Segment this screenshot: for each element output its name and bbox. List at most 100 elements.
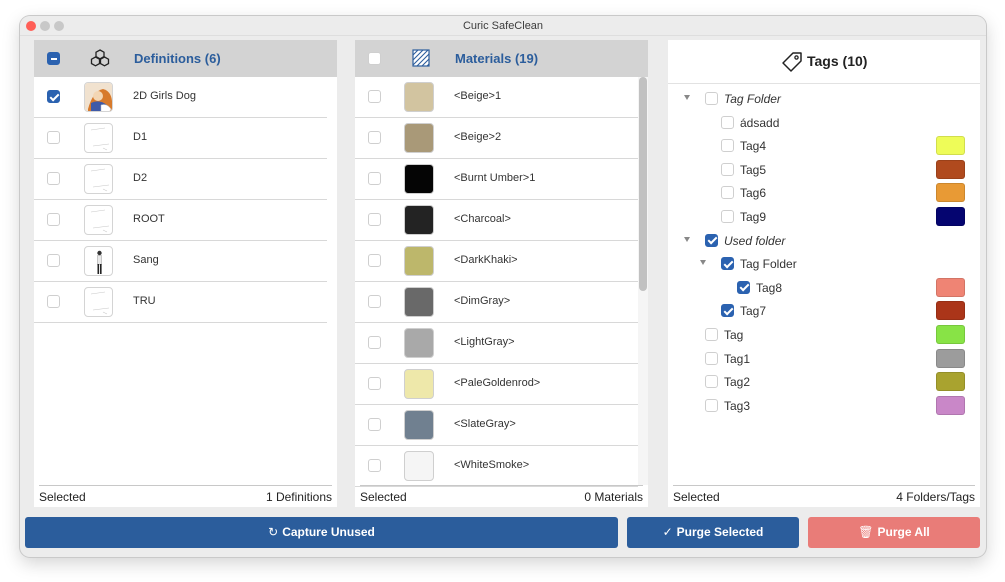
definitions-select-all-checkbox[interactable] (47, 52, 60, 65)
material-row[interactable]: <WhiteSmoke> (355, 446, 638, 487)
definition-row[interactable]: D1 (34, 118, 327, 159)
tag-item[interactable]: Tag1 (668, 348, 980, 369)
material-row[interactable]: <PaleGoldenrod> (355, 364, 638, 405)
tag-color-swatch[interactable] (936, 277, 965, 297)
materials-selected-label: Selected (360, 490, 407, 504)
materials-list: <Beige>1 <Beige>2 <Burnt Umber>1 <Charcoal>… (355, 77, 648, 487)
purge-all-button[interactable]: 🗑︎ Purge All (808, 517, 980, 548)
tag-color-swatch[interactable] (936, 207, 965, 226)
material-checkbox[interactable] (368, 254, 381, 267)
materials-scrollbar[interactable] (638, 77, 648, 485)
tag-color-swatch[interactable] (936, 325, 965, 344)
zoom-window-button[interactable] (54, 21, 64, 31)
tag-item[interactable]: ádsadd (668, 113, 980, 133)
tag-checkbox[interactable] (705, 398, 718, 412)
definition-row[interactable]: TRU (34, 282, 327, 323)
tag-color-swatch[interactable] (936, 136, 965, 156)
definitions-footer: Selected 1 Definitions (39, 485, 332, 507)
tag-item[interactable]: Tag4 (668, 136, 980, 156)
material-label: <DimGray> (454, 295, 511, 307)
definition-checkbox[interactable] (47, 295, 60, 308)
material-row[interactable]: <Charcoal> (355, 200, 638, 241)
definition-row[interactable]: ROOT (34, 200, 327, 241)
purge-selected-button[interactable]: ✓ Purge Selected (627, 517, 799, 548)
tag-color-swatch[interactable] (936, 183, 965, 203)
materials-scrollbar-thumb[interactable] (639, 77, 647, 291)
tag-checkbox[interactable] (721, 186, 734, 200)
tag-checkbox[interactable] (721, 162, 734, 176)
material-row[interactable]: <DimGray> (355, 282, 638, 323)
tag-item[interactable]: Tag6 (668, 183, 980, 203)
tag-item[interactable]: Tag9 (668, 207, 980, 227)
definition-checkbox[interactable] (47, 131, 60, 144)
tag-item[interactable]: Tag7 (668, 301, 980, 321)
tag-color-swatch[interactable] (936, 395, 965, 415)
material-label: <PaleGoldenrod> (454, 377, 541, 389)
tag-checkbox[interactable] (721, 304, 734, 318)
tag-checkbox[interactable] (721, 257, 734, 271)
tag-color-swatch[interactable] (936, 372, 965, 392)
material-row[interactable]: <DarkKhaki> (355, 241, 638, 282)
tag-checkbox[interactable] (721, 210, 734, 223)
material-checkbox[interactable] (368, 418, 381, 431)
capture-unused-button[interactable]: ↻ Capture Unused (25, 517, 618, 548)
material-row[interactable]: <SlateGray> (355, 405, 638, 446)
material-checkbox[interactable] (368, 90, 381, 103)
disclosure-arrow-icon[interactable] (684, 95, 690, 100)
tag-folder-item[interactable]: Used folder (668, 231, 980, 251)
tag-checkbox[interactable] (705, 375, 718, 389)
minimize-window-button[interactable] (40, 21, 50, 31)
tag-folder-item[interactable]: Tag Folder (668, 89, 980, 109)
tag-checkbox[interactable] (705, 351, 718, 365)
tag-item[interactable]: Tag8 (668, 277, 980, 298)
material-row[interactable]: <Beige>1 (355, 77, 638, 118)
material-checkbox[interactable] (368, 377, 381, 390)
tag-color-swatch[interactable] (936, 301, 965, 321)
tags-footer: Selected 4 Folders/Tags (673, 485, 975, 507)
material-checkbox[interactable] (368, 336, 381, 349)
tag-item[interactable]: Tag (668, 325, 980, 345)
definition-label: 2D Girls Dog (133, 90, 196, 102)
tag-item[interactable]: Tag3 (668, 395, 980, 416)
material-checkbox[interactable] (368, 172, 381, 185)
material-swatch (404, 328, 434, 358)
definition-row[interactable]: 2D Girls Dog (34, 77, 327, 118)
definition-row[interactable]: D2 (34, 159, 327, 200)
tag-item[interactable]: Tag5 (668, 159, 980, 180)
definition-checkbox[interactable] (47, 213, 60, 226)
disclosure-arrow-icon[interactable] (700, 260, 706, 266)
tag-label: Tag (724, 328, 744, 342)
tag-color-swatch[interactable] (936, 348, 965, 368)
material-row[interactable]: <Burnt Umber>1 (355, 159, 638, 200)
definition-checkbox[interactable] (47, 254, 60, 267)
dog-thumbnail (84, 82, 113, 112)
material-checkbox[interactable] (368, 459, 381, 472)
close-window-button[interactable] (26, 21, 36, 31)
material-swatch (404, 164, 434, 194)
tag-checkbox[interactable] (705, 328, 718, 341)
definitions-list: 2D Girls Dog D1 D2 ROOT Sang TRU (34, 77, 337, 323)
definition-checkbox[interactable] (47, 172, 60, 185)
definition-checkbox[interactable] (47, 90, 60, 103)
tag-folder-item[interactable]: Tag Folder (668, 254, 980, 274)
tag-checkbox[interactable] (705, 92, 718, 105)
tag-checkbox[interactable] (705, 233, 718, 247)
definition-label: D1 (133, 131, 148, 143)
material-checkbox[interactable] (368, 295, 381, 308)
texture-icon (412, 49, 430, 67)
tag-checkbox[interactable] (737, 280, 750, 294)
tag-checkbox[interactable] (721, 139, 734, 153)
material-row[interactable]: <Beige>2 (355, 118, 638, 159)
material-checkbox[interactable] (368, 131, 381, 144)
tag-item[interactable]: Tag2 (668, 372, 980, 392)
tag-color-swatch[interactable] (936, 159, 965, 179)
material-checkbox[interactable] (368, 213, 381, 226)
material-label: <DarkKhaki> (454, 254, 518, 266)
definition-row[interactable]: Sang (34, 241, 327, 282)
sketch-thumbnail (84, 205, 113, 235)
tag-checkbox[interactable] (721, 115, 734, 129)
person-thumbnail (84, 246, 113, 276)
disclosure-arrow-icon[interactable] (684, 236, 690, 242)
material-row[interactable]: <LightGray> (355, 323, 638, 364)
materials-select-all-checkbox[interactable] (368, 52, 381, 65)
